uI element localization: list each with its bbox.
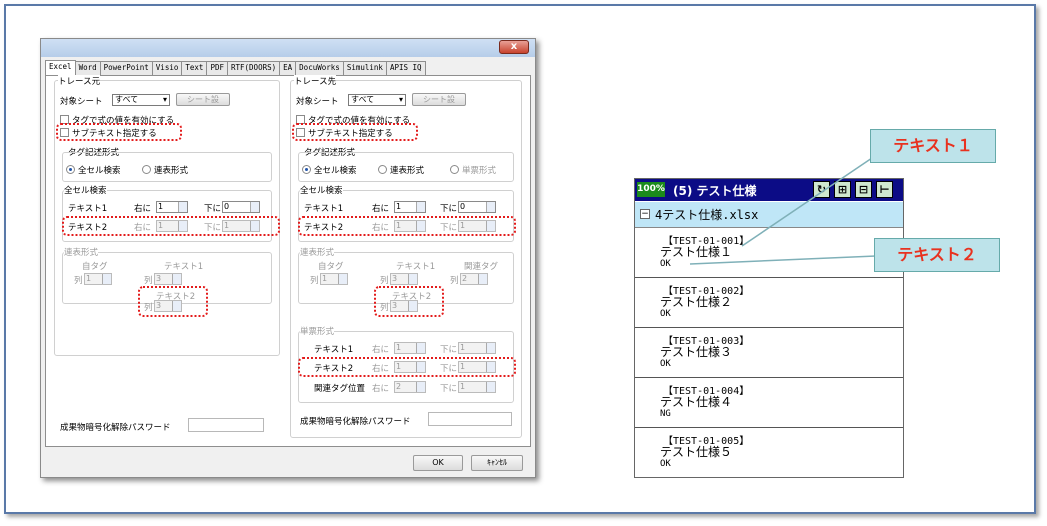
callout-text2: テキスト２ xyxy=(874,238,1000,272)
callout-text1: テキスト１ xyxy=(870,129,996,163)
